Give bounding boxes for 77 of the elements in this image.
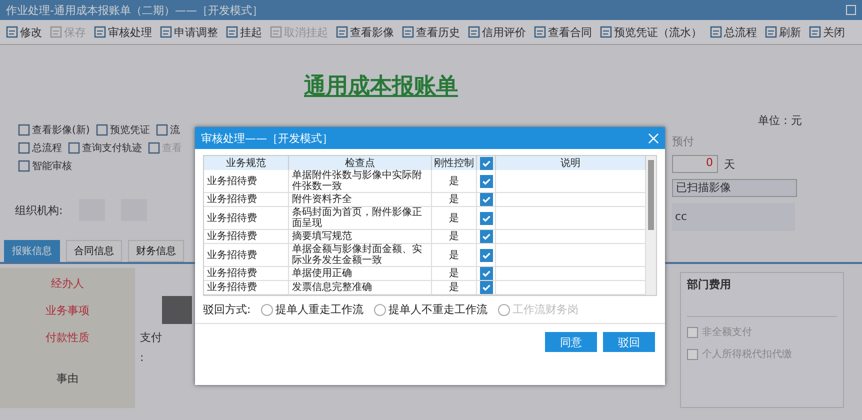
column-header: 业务规范 xyxy=(204,156,288,170)
form-heading: 通用成本报账单 xyxy=(304,73,458,101)
prepay-label: 预付 xyxy=(672,134,694,149)
unit-label: 单位：元 xyxy=(758,113,802,128)
table-cell: 业务招待费 xyxy=(204,230,288,244)
tab[interactable]: 财务信息 xyxy=(128,240,184,262)
checkbox[interactable] xyxy=(480,267,493,280)
toolbar-button[interactable]: 修改 xyxy=(3,22,45,42)
checkbox[interactable] xyxy=(480,174,493,188)
toolbar-button[interactable]: 申请调整 xyxy=(157,22,221,42)
reject-label: 驳回方式: xyxy=(203,302,251,317)
checkbox[interactable] xyxy=(480,248,493,262)
table-cell: 摘要填写规范 xyxy=(288,230,432,244)
table-cell: 是 xyxy=(432,230,476,244)
days-unit: 天 xyxy=(724,156,735,172)
dark-block xyxy=(162,296,192,324)
checkbox[interactable] xyxy=(480,281,493,294)
table-cell: 是 xyxy=(432,170,476,192)
action-link[interactable]: 预览凭证 xyxy=(96,123,150,137)
days-field[interactable]: 0 xyxy=(672,155,718,173)
table-cell: 业务招待费 xyxy=(204,206,288,230)
field-label: 经办人 xyxy=(51,276,84,291)
org-label: 组织机构: xyxy=(15,202,63,218)
table-cell: 附件资料齐全 xyxy=(288,192,432,206)
table-cell: 条码封面为首页，附件影像正面呈现 xyxy=(288,206,432,230)
action-link[interactable]: 总流程 xyxy=(18,141,62,155)
colon-label: : xyxy=(140,351,144,364)
toolbar-button[interactable]: 挂起 xyxy=(223,22,265,42)
maximize-icon[interactable] xyxy=(846,5,856,15)
table-cell: 业务招待费 xyxy=(204,266,288,280)
field-label: 付款性质 xyxy=(46,330,90,345)
toolbar-button[interactable]: 查看合同 xyxy=(531,22,595,42)
table-cell: 业务招待费 xyxy=(204,170,288,192)
dept-label: 部门费用 xyxy=(687,277,732,292)
toolbar-button[interactable]: 预览凭证（流水） xyxy=(597,22,705,42)
table-cell: 是 xyxy=(432,244,476,266)
table-cell: 单据使用正确 xyxy=(288,266,432,280)
tab[interactable]: 合同信息 xyxy=(66,240,122,262)
column-header: 检查点 xyxy=(288,156,432,170)
action-link[interactable]: 查看影像(新) xyxy=(18,123,90,137)
radio-option[interactable]: 提单人不重走工作流 xyxy=(374,302,488,317)
checkbox[interactable] xyxy=(480,230,493,243)
table-cell: 是 xyxy=(432,206,476,230)
table-cell: 业务招待费 xyxy=(204,244,288,266)
toolbar-button[interactable]: 总流程 xyxy=(707,22,760,42)
scan-status-field[interactable]: 已扫描影像 xyxy=(672,179,797,197)
table-cell: 是 xyxy=(432,266,476,280)
field-label: 业务事项 xyxy=(46,303,90,318)
table-cell: 是 xyxy=(432,192,476,206)
window-title: 作业处理-通用成本报账单（二期）——［开发模式］ xyxy=(6,2,263,18)
checkbox[interactable] xyxy=(480,193,493,206)
scrollbar[interactable] xyxy=(646,156,656,295)
table-cell: 业务招待费 xyxy=(204,192,288,206)
toolbar-button[interactable]: 审核处理 xyxy=(91,22,155,42)
action-link[interactable]: 查询支付轨迹 xyxy=(68,141,142,155)
cc-field[interactable]: cc xyxy=(672,203,795,231)
table-cell: 是 xyxy=(432,280,476,294)
field-label: 事由 xyxy=(56,371,78,386)
pay-label: 支付 xyxy=(140,330,162,345)
table-cell: 单据金额与影像封面金额、实际业务发生金额一致 xyxy=(288,244,432,266)
checkbox[interactable] xyxy=(480,156,492,170)
toolbar-button[interactable]: 关闭 xyxy=(806,22,848,42)
checkbox[interactable] xyxy=(480,212,493,224)
column-header: 说明 xyxy=(496,156,646,170)
action-link[interactable]: 智能审核 xyxy=(18,159,72,173)
toolbar-button[interactable]: 查看影像 xyxy=(333,22,397,42)
toolbar-button[interactable]: 刷新 xyxy=(762,22,804,42)
column-header: 刚性控制 xyxy=(432,156,476,170)
radio-option[interactable]: 提单人重走工作流 xyxy=(260,302,364,317)
table-cell: 发票信息完整准确 xyxy=(288,280,432,294)
dialog-title: 审核处理——［开发模式］ xyxy=(201,130,333,146)
action-link[interactable]: 流 xyxy=(156,123,180,137)
table-cell: 单据附件张数与影像中实际附件张数一致 xyxy=(288,170,432,192)
toolbar-button[interactable]: 查看历史 xyxy=(399,22,463,42)
toolbar-button[interactable]: 信用评价 xyxy=(465,22,529,42)
table-cell: 业务招待费 xyxy=(204,280,288,294)
close-icon[interactable] xyxy=(648,132,659,144)
